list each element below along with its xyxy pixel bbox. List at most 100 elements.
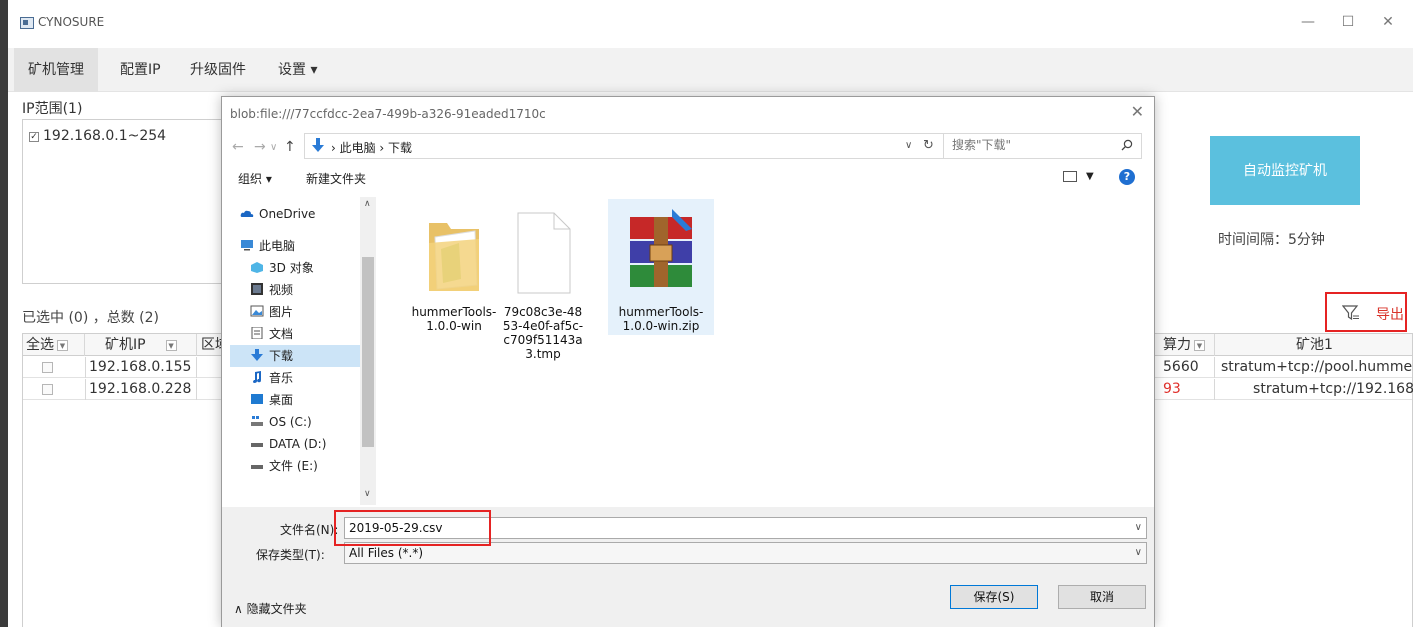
- selection-count: 已选中 (0) ，总数 (2): [22, 310, 160, 326]
- download-icon: [251, 349, 263, 361]
- cell-ip: 192.168.0.228: [85, 379, 197, 400]
- download-arrow-icon: [312, 138, 324, 152]
- app-icon: [20, 17, 34, 29]
- header-hashrate[interactable]: 算力 ▼: [1163, 334, 1215, 356]
- menu-settings[interactable]: 设置 ▾: [278, 48, 317, 92]
- minimize-button[interactable]: —: [1298, 12, 1318, 32]
- checkbox-checked-icon[interactable]: ✓: [29, 132, 39, 142]
- desktop-icon: [251, 394, 263, 404]
- nav-desktop[interactable]: 桌面: [250, 389, 370, 411]
- cell-hashrate: 93: [1163, 379, 1215, 400]
- file-list: hummerTools-1.0.0-win 79c08c3e-4853-4e0f…: [382, 197, 1152, 507]
- ip-range-text: 192.168.0.1~254: [43, 128, 167, 144]
- scroll-down-icon[interactable]: ∨: [364, 489, 371, 499]
- picture-icon: [250, 305, 264, 317]
- save-file-dialog: blob:file:///77ccfdcc-2ea7-499b-a326-91e…: [221, 96, 1155, 627]
- file-item-selected[interactable]: hummerTools-1.0.0-win.zip: [608, 199, 714, 335]
- cube-icon: [251, 262, 263, 273]
- menu-miner-management[interactable]: 矿机管理: [14, 48, 98, 92]
- recent-dropdown-icon[interactable]: ∨: [270, 142, 277, 153]
- save-button[interactable]: 保存(S): [950, 585, 1038, 609]
- ip-range-label: IP范围(1): [22, 101, 83, 117]
- computer-icon: [241, 240, 253, 251]
- video-icon: [251, 283, 263, 295]
- ip-range-list: ✓ 192.168.0.1~254: [22, 119, 237, 284]
- file-name: hummerTools-1.0.0-win.zip: [618, 305, 704, 333]
- cancel-button[interactable]: 取消: [1058, 585, 1146, 609]
- maximize-button[interactable]: ☐: [1338, 12, 1358, 32]
- search-input[interactable]: [952, 138, 1112, 152]
- windows-drive-icon: [251, 416, 263, 426]
- cell-hashrate: 5660: [1163, 357, 1215, 378]
- dialog-close-button[interactable]: ✕: [1131, 102, 1144, 121]
- dialog-title: blob:file:///77ccfdcc-2ea7-499b-a326-91e…: [230, 107, 546, 121]
- organize-menu[interactable]: 组织 ▾: [238, 170, 272, 187]
- nav-drive-d[interactable]: DATA (D:): [250, 433, 370, 455]
- hide-folders-toggle[interactable]: ∧ 隐藏文件夹: [234, 600, 307, 617]
- ip-range-item[interactable]: ✓ 192.168.0.1~254: [29, 128, 166, 144]
- row-checkbox[interactable]: [42, 362, 53, 373]
- search-icon[interactable]: [1121, 139, 1133, 151]
- filetype-value: All Files (*.*): [349, 546, 424, 560]
- drive-icon: [251, 443, 263, 447]
- header-pool1[interactable]: 矿池1: [1215, 334, 1413, 356]
- nav-3d-objects[interactable]: 3D 对象: [250, 257, 370, 279]
- filter-dropdown-icon[interactable]: ▼: [57, 340, 68, 351]
- file-name: 79c08c3e-4853-4e0f-af5c-c709f51143a3.tmp: [502, 305, 584, 361]
- refresh-icon[interactable]: ↻: [923, 138, 934, 153]
- filter-dropdown-icon[interactable]: ▼: [1194, 340, 1205, 351]
- chevron-down-icon[interactable]: ∨: [1135, 518, 1142, 538]
- nav-music[interactable]: 音乐: [250, 367, 370, 389]
- chevron-down-icon[interactable]: ∨: [1135, 543, 1142, 563]
- document-icon: [251, 327, 263, 339]
- left-edge-strip: [0, 0, 8, 627]
- row-checkbox[interactable]: [42, 384, 53, 395]
- nav-pictures[interactable]: 图片: [250, 301, 370, 323]
- cell-pool1: stratum+tcp://pool.humme: [1221, 359, 1413, 375]
- drive-icon: [251, 465, 263, 469]
- close-button[interactable]: ✕: [1378, 12, 1398, 32]
- view-options-icon[interactable]: [1063, 171, 1077, 182]
- nav-drive-e[interactable]: 文件 (E:): [250, 455, 370, 477]
- file-item[interactable]: 79c08c3e-4853-4e0f-af5c-c709f51143a3.tmp: [502, 203, 584, 361]
- nav-documents[interactable]: 文档: [250, 323, 370, 345]
- music-icon: [253, 371, 261, 383]
- address-dropdown-icon[interactable]: ∨: [905, 140, 912, 151]
- filter-dropdown-icon[interactable]: ▼: [165, 340, 177, 351]
- generic-file-icon: [508, 209, 578, 297]
- app-title: CYNOSURE: [38, 15, 105, 29]
- header-miner-ip[interactable]: 矿机IP ▼: [85, 334, 197, 356]
- new-folder-button[interactable]: 新建文件夹: [306, 170, 366, 187]
- title-bar: CYNOSURE — ☐ ✕: [8, 0, 1413, 44]
- menu-upgrade-firmware[interactable]: 升级固件: [190, 48, 246, 92]
- nav-onedrive[interactable]: OneDrive: [240, 203, 360, 225]
- file-name: hummerTools-1.0.0-win: [411, 305, 497, 333]
- folder-icon: [419, 209, 489, 297]
- help-icon[interactable]: ?: [1119, 169, 1135, 185]
- nav-scroll-thumb[interactable]: [362, 257, 374, 447]
- export-button[interactable]: 导出: [1376, 304, 1404, 324]
- nav-downloads[interactable]: 下载: [230, 345, 360, 367]
- back-arrow-icon[interactable]: ←: [232, 139, 244, 155]
- view-dropdown-icon[interactable]: ▼: [1086, 171, 1094, 182]
- header-select-all[interactable]: 全选 ▼: [23, 334, 85, 356]
- search-field[interactable]: [943, 133, 1142, 159]
- auto-monitor-button[interactable]: 自动监控矿机: [1210, 136, 1360, 205]
- nav-drive-c[interactable]: OS (C:): [250, 411, 370, 433]
- nav-videos[interactable]: 视频: [250, 279, 370, 301]
- cloud-icon: [240, 210, 254, 217]
- forward-arrow-icon[interactable]: →: [254, 139, 266, 155]
- address-bar[interactable]: › 此电脑 › 下载 ∨ ↻: [304, 133, 944, 159]
- menu-config-ip[interactable]: 配置IP: [120, 48, 161, 92]
- filter-icon[interactable]: [1342, 304, 1360, 322]
- up-arrow-icon[interactable]: ↑: [284, 139, 296, 155]
- navigation-pane: OneDrive 此电脑 3D 对象 视频 图片 文档 下载 音乐 桌面 OS …: [222, 197, 377, 507]
- nav-scrollbar[interactable]: ∧ ∨: [360, 197, 376, 505]
- file-item[interactable]: hummerTools-1.0.0-win: [404, 203, 504, 333]
- nav-this-pc[interactable]: 此电脑: [240, 235, 360, 257]
- dialog-toolbar: 组织 ▾ 新建文件夹 ▼ ?: [222, 165, 1154, 191]
- filename-label: 文件名(N):: [280, 523, 339, 537]
- scroll-up-icon[interactable]: ∧: [364, 199, 371, 209]
- menu-bar: 矿机管理 配置IP 升级固件 设置 ▾: [8, 48, 1413, 92]
- cell-ip: 192.168.0.155: [85, 357, 197, 378]
